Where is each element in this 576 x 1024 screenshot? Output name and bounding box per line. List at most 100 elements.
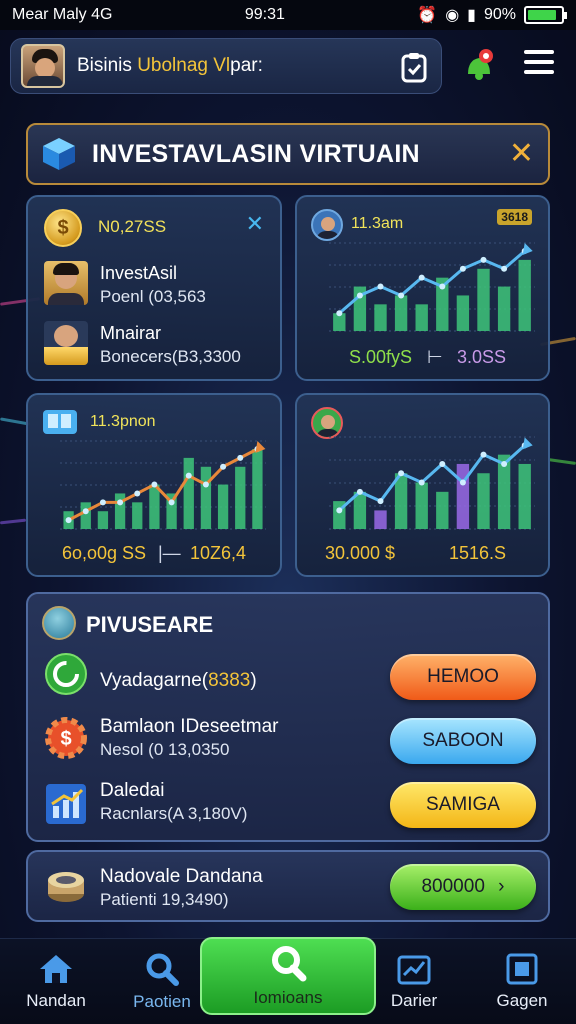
clipboard-icon[interactable]	[399, 51, 429, 83]
chart-point	[151, 481, 158, 488]
buy-button-2[interactable]: SABOON	[390, 718, 536, 764]
purchase-row-name: Daledai	[100, 780, 165, 801]
chart-label: 11.3pnon	[90, 413, 156, 430]
nav-item-window[interactable]: Gagen	[480, 939, 564, 1024]
battery-icon	[524, 6, 567, 24]
chart-bar	[97, 511, 109, 529]
chart-trend-line	[338, 444, 526, 512]
chart-bar	[200, 466, 212, 529]
bottom-navigation: Nandan Paotien Iomioans Darier Gagen	[0, 937, 576, 1024]
tablet-icon	[43, 410, 77, 434]
chart-point	[418, 479, 425, 486]
chart-bar	[415, 304, 428, 331]
chart-point	[168, 499, 175, 506]
chart-point	[377, 283, 384, 290]
chart-bar	[252, 449, 263, 529]
app-header: Bisinis Ubolnag Vlpar:	[10, 38, 442, 94]
chart-point	[480, 256, 487, 263]
nav-label: Nandan	[26, 991, 86, 1010]
purchase-row-detail: Racnlars(A 3,180V)	[100, 804, 248, 823]
coin-stack-icon	[48, 872, 84, 902]
notification-bell-icon[interactable]	[462, 48, 496, 82]
status-bar: Mear Maly 4G 99:31 ⏰ ◉ ▮ 90%	[0, 0, 576, 30]
nav-item-home[interactable]: Nandan	[14, 939, 98, 1024]
portfolio-close-icon[interactable]: ✕	[246, 211, 264, 237]
chart-foot-right: 10Z6,4	[190, 543, 247, 563]
chart-icon	[397, 955, 431, 985]
chart-foot-left: S.00fyS	[349, 347, 413, 367]
chart-bar	[132, 502, 143, 529]
chart-bar	[518, 259, 531, 331]
nav-label: Darier	[390, 991, 438, 1010]
chart-bar	[149, 484, 160, 529]
gold-bars-icon	[44, 321, 88, 365]
purchase-row-detail: Nesol (0 13,0350	[100, 740, 230, 759]
nav-item-chart[interactable]: Darier	[376, 939, 452, 1024]
status-icons: ⏰ ◉ ▮ 90%	[417, 5, 567, 25]
chart-bar	[456, 463, 470, 529]
chart-point	[185, 472, 192, 479]
banner-close-icon[interactable]: ✕	[509, 139, 534, 169]
chart-foot-sep: |—	[158, 543, 181, 563]
nav-item-search[interactable]: Paotien	[116, 939, 208, 1024]
hamburger-menu-icon[interactable]	[522, 46, 556, 78]
chart-foot-left: 30.000 $	[325, 543, 396, 563]
nav-label: Gagen	[496, 991, 548, 1010]
chart-bar	[394, 295, 408, 331]
chart-point	[398, 470, 405, 477]
chart-point	[202, 481, 209, 488]
chart-bar	[80, 502, 91, 529]
chart-point	[439, 283, 446, 290]
chart-foot-sep: ⊢	[427, 347, 443, 367]
chart-point	[377, 498, 384, 505]
chart-bar	[518, 463, 531, 529]
chart-point	[418, 274, 425, 281]
chart-bar	[374, 510, 387, 529]
header-title-highlight: Ubolnag Vl	[137, 55, 231, 76]
background-streak	[547, 458, 576, 465]
holdings-name: Nadovale Dandana	[100, 866, 263, 887]
buy-button-1[interactable]: HEMOO	[390, 654, 536, 700]
profile-avatar[interactable]	[21, 44, 65, 88]
chart-card-1[interactable]: 11.3am 3618 S.00fyS ⊢ 3.0SS	[295, 195, 550, 381]
nav-item-explore[interactable]: Iomioans	[200, 937, 376, 1015]
chart-point	[501, 460, 508, 467]
purchase-panel: PIVUSEARE Vyadagarne(8383) HEMOO $ Bamla…	[26, 592, 550, 842]
nav-label: Iomioans	[253, 988, 323, 1007]
bar-chart-icon	[46, 784, 86, 824]
purchase-row-name: Vyadagarne(8383)	[100, 670, 257, 692]
portfolio-item-detail: Bonecers(B3,3300	[100, 347, 241, 366]
globe-avatar-icon	[42, 606, 76, 640]
buy-button-3[interactable]: SAMIGA	[390, 782, 536, 828]
purchase-title: PIVUSEARE	[86, 612, 214, 637]
clock: 99:31	[244, 6, 285, 23]
coin-icon: $	[44, 209, 82, 247]
chart-bar	[217, 484, 229, 529]
chart-card-2[interactable]: 11.3pnon 6o,o0g SS |— 10Z6,4	[26, 393, 282, 577]
chart-point	[356, 292, 363, 299]
holdings-action-button[interactable]: 800000 ›	[390, 864, 536, 910]
portfolio-item-name: InvestAsil	[100, 263, 178, 283]
chart-foot-right: 1516.S	[449, 543, 507, 563]
virtual-investment-banner: INVESTAVLASIN VIRTUAIN ✕	[26, 123, 550, 185]
purchase-row-name-number: 8383	[208, 670, 251, 691]
chart-arrow	[522, 437, 533, 450]
home-icon	[40, 955, 72, 983]
chart-point	[501, 265, 508, 272]
refresh-icon	[45, 653, 87, 695]
header-title: Bisinis Ubolnag Vlpar:	[77, 55, 263, 77]
portfolio-item-detail: Poenl (03,563	[100, 287, 206, 306]
purchase-row-name: Bamlaon IDeseetmar	[100, 716, 279, 737]
investor-avatar	[44, 261, 88, 305]
chart-card-3[interactable]: 30.000 $ 1516.S	[295, 393, 550, 577]
battery-percent: 90%	[483, 6, 516, 23]
portfolio-card: $ N0,27SS ✕ InvestAsil Poenl (03,563 Mna…	[26, 195, 282, 381]
header-title-end: par:	[230, 55, 263, 76]
chart-bar	[436, 491, 449, 529]
chart-point	[480, 451, 487, 458]
chart-point	[336, 507, 343, 514]
chart-point	[398, 292, 405, 299]
purchase-row-name-text: Vyadagarne(	[100, 670, 209, 691]
header-title-part: Bisinis	[77, 55, 138, 76]
cube-icon	[43, 138, 75, 170]
